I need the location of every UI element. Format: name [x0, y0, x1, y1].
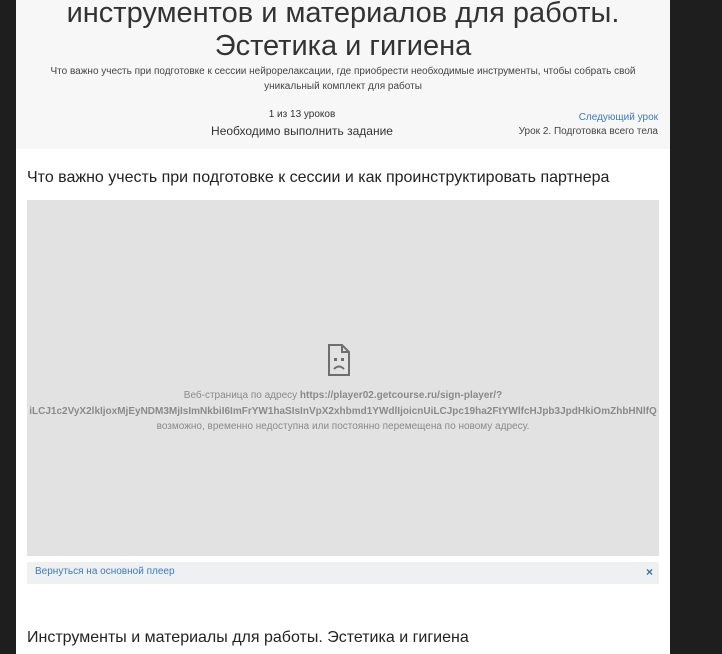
error-message-line: Веб-страница по адресу https://player02.… [27, 390, 659, 401]
lesson-progress: 1 из 13 уроков [268, 109, 336, 120]
section-heading: Что важно учесть при подготовке к сессии… [27, 169, 610, 186]
section-heading: Инструменты и материалы для работы. Эсте… [27, 629, 469, 646]
video-player-frame[interactable]: Веб-страница по адресу https://player02.… [27, 200, 659, 556]
next-lesson-title[interactable]: Урок 2. Подготовка всего тела [519, 126, 658, 137]
player-switch-bar: Вернуться на основной плеер × [27, 562, 659, 584]
next-lesson-link[interactable]: Следующий урок [579, 112, 658, 123]
error-prefix: Веб-страница по адресу [183, 390, 300, 401]
error-url: https://player02.getcourse.ru/sign-playe… [299, 390, 503, 401]
lesson-title-line-2: Эстетика и гигиена [214, 30, 472, 62]
error-message-suffix: возможно, временно недоступна или постоя… [156, 421, 530, 432]
lesson-description: Что важно учесть при подготовке к сессии… [50, 66, 636, 92]
sad-document-icon [328, 344, 350, 376]
lesson-header: инструментов и материалов для работы. Эс… [16, 0, 670, 149]
task-status: Необходимо выполнить задание [211, 124, 393, 138]
back-to-main-player-link[interactable]: Вернуться на основной плеер [35, 566, 175, 577]
error-url-continuation: iLCJ1c2VyX2lkIjoxMjEyNDM3MjIsImNkbiI6ImF… [29, 406, 657, 417]
lesson-title-line-1: инструментов и материалов для работы. [66, 0, 620, 29]
lesson-page: инструментов и материалов для работы. Эс… [16, 0, 670, 654]
close-icon[interactable]: × [646, 565, 653, 579]
